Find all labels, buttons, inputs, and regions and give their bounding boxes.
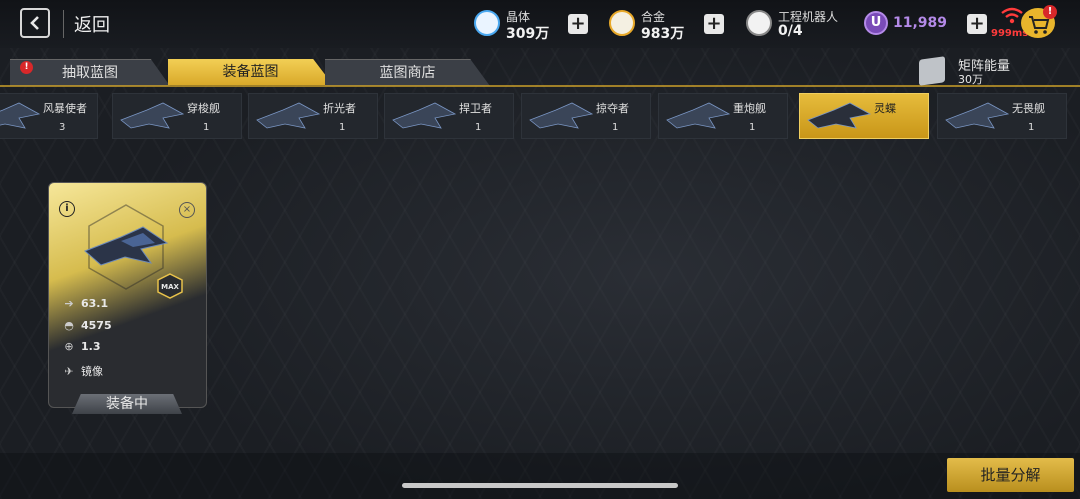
u-coin-value: 11,989: [893, 15, 948, 31]
tab-draw-blueprint[interactable]: 抽取蓝图: [10, 59, 170, 86]
max-label: MAX: [161, 283, 179, 291]
ship-count: 3: [59, 122, 66, 133]
resource-value: 309万: [506, 26, 550, 42]
ship-count: 1: [475, 122, 482, 133]
ship-item[interactable]: 折光者 1: [248, 93, 378, 139]
back-button[interactable]: [20, 8, 50, 38]
back-label[interactable]: 返回: [74, 11, 110, 37]
ship-name: 捍卫者: [459, 102, 492, 115]
ship-count: 1: [612, 122, 619, 133]
ship-icon: [529, 102, 594, 129]
max-level-badge: MAX: [157, 273, 183, 299]
bulk-dismantle-button[interactable]: 批量分解: [947, 458, 1074, 492]
stat-speed: ➔ 63.1: [61, 297, 108, 310]
ship-count: 1: [1028, 122, 1035, 133]
stat-value: 63.1: [81, 297, 109, 310]
ship-icon: [807, 102, 872, 129]
resource-value: 983万: [641, 26, 685, 42]
robot-icon: [746, 10, 772, 36]
ship-name: 折光者: [323, 102, 356, 115]
ship-item[interactable]: 捍卫者 1: [384, 93, 514, 139]
ship-count: 1: [339, 122, 346, 133]
add-crystal-button[interactable]: +: [568, 14, 588, 34]
ship-icon: [84, 226, 169, 266]
ship-name: 重炮舰: [733, 102, 766, 115]
ship-count: 1: [749, 122, 756, 133]
resource-value: 0/4: [778, 23, 803, 39]
stat-value: 镜像: [81, 365, 103, 378]
ship-item[interactable]: 掠夺者 1: [521, 93, 651, 139]
ship-name: 灵蝶: [874, 102, 896, 115]
tab-blueprint-shop[interactable]: 蓝图商店: [325, 59, 490, 86]
stat-value: 1.3: [81, 340, 101, 353]
ship-item[interactable]: 灵蝶: [799, 93, 929, 139]
tabs-underline: [0, 85, 1080, 87]
ship-item[interactable]: 重炮舰 1: [658, 93, 788, 139]
info-icon[interactable]: i: [59, 201, 75, 217]
add-alloy-button[interactable]: +: [704, 14, 724, 34]
tab-equip-blueprint[interactable]: 装备蓝图: [168, 59, 333, 85]
add-u-coin-button[interactable]: +: [967, 14, 987, 34]
ship-icon: [392, 102, 457, 129]
speed-icon: ➔: [64, 297, 74, 310]
matrix-energy-value: 30万: [958, 73, 983, 86]
ship-name: 无畏舰: [1012, 102, 1045, 115]
stat-target: ⊕ 1.3: [61, 340, 101, 353]
ship-count: 1: [203, 122, 210, 133]
ship-name: 风暴使者: [43, 102, 87, 115]
ship-icon: [0, 102, 41, 129]
target-icon: ⊕: [64, 340, 74, 353]
ship-name: 穿梭舰: [187, 102, 220, 115]
cart-badge: !: [1043, 5, 1057, 19]
ship-item[interactable]: 穿梭舰 1: [112, 93, 242, 139]
stat-armor: ◓ 4575: [61, 319, 112, 332]
mirror-icon: ✈: [64, 365, 74, 378]
ship-icon: [945, 102, 1010, 129]
close-icon[interactable]: ×: [179, 202, 195, 218]
bottom-bar: [0, 453, 1080, 499]
crystal-icon: [474, 10, 500, 36]
ship-item[interactable]: 无畏舰 1: [937, 93, 1067, 139]
u-coin-icon: U: [864, 11, 888, 35]
ship-name: 掠夺者: [596, 102, 629, 115]
blueprint-card[interactable]: i × MAX ➔ 63.1 ◓ 4575 ⊕ 1.3 ✈ 镜像: [48, 182, 207, 408]
home-indicator[interactable]: [402, 483, 678, 488]
ship-icon: [666, 102, 731, 129]
chevron-left-icon: [30, 16, 39, 30]
matrix-energy-icon: [919, 56, 945, 86]
stat-value: 4575: [81, 319, 112, 332]
alloy-icon: [609, 10, 635, 36]
tab-alert-badge: !: [20, 61, 33, 74]
armor-icon: ◓: [64, 319, 74, 332]
ship-icon: [256, 102, 321, 129]
header-divider: [63, 10, 64, 38]
ship-item[interactable]: 风暴使者 3: [0, 93, 98, 139]
ship-icon: [120, 102, 185, 129]
equipped-status-button[interactable]: 装备中: [72, 394, 182, 414]
stat-mirror: ✈ 镜像: [61, 363, 103, 379]
